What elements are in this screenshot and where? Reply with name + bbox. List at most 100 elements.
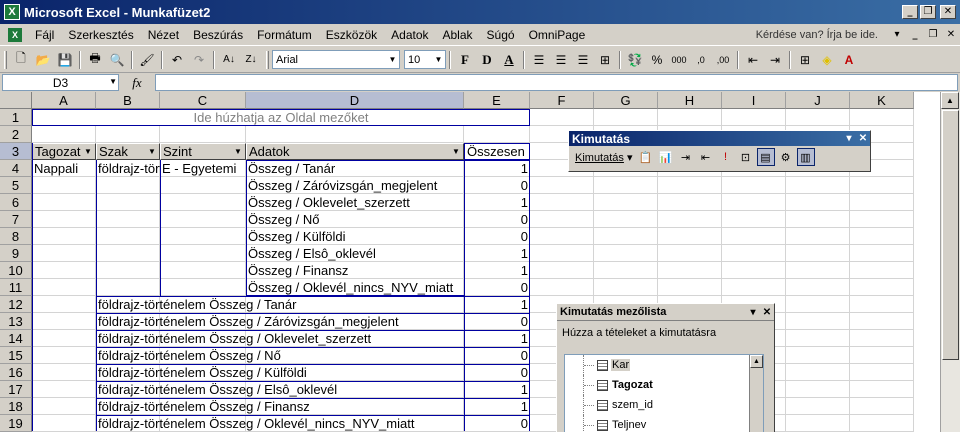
menu-window[interactable]: Ablak — [436, 28, 480, 42]
row-header-1[interactable]: 1 — [0, 109, 32, 126]
title-bar[interactable]: X Microsoft Excel - Munkafüzet2 _ ❐ ✕ — [0, 0, 960, 24]
format-painter-icon[interactable]: 🖌 — [137, 50, 157, 70]
show-field-list-icon[interactable]: ▥ — [796, 148, 815, 166]
hide-detail-icon[interactable]: ⇥ — [677, 148, 695, 166]
currency-icon[interactable]: 💱 — [625, 50, 645, 70]
cell-d7[interactable]: Összeg / Nő — [246, 211, 464, 228]
close-icon[interactable]: ✕ — [760, 307, 774, 318]
cell-d11[interactable]: Összeg / Oklevél_nincs_NYV_miatt — [246, 279, 464, 296]
increase-indent-icon[interactable]: ⇥ — [765, 50, 785, 70]
decrease-indent-icon[interactable]: ⇤ — [743, 50, 763, 70]
column-header-g[interactable]: G — [594, 92, 658, 109]
menu-tools[interactable]: Eszközök — [319, 28, 384, 42]
chevron-down-icon[interactable]: ▼ — [82, 145, 94, 158]
formula-input[interactable] — [155, 74, 958, 91]
column-header-c[interactable]: C — [160, 92, 246, 109]
column-header-j[interactable]: J — [786, 92, 850, 109]
cell-b14[interactable]: földrajz-történelem Összeg / Oklevelet_s… — [96, 330, 464, 347]
cell-d8[interactable]: Összeg / Külföldi — [246, 228, 464, 245]
menu-omnipage[interactable]: OmniPage — [522, 28, 593, 42]
include-hidden-icon[interactable]: ⊡ — [737, 148, 755, 166]
row-header-10[interactable]: 10 — [0, 262, 32, 279]
field-item-teljnev[interactable]: Teljnev — [565, 415, 763, 432]
chevron-down-icon[interactable]: ▼ — [450, 145, 462, 158]
cell-e18[interactable]: 1 — [464, 398, 530, 415]
row-header-2[interactable]: 2 — [0, 126, 32, 143]
percent-button[interactable]: % — [647, 50, 667, 70]
chevron-down-icon[interactable]: ▼ — [109, 77, 117, 86]
cell-d4[interactable]: Összeg / Tanár — [246, 160, 464, 177]
close-icon[interactable]: ✕ — [940, 5, 956, 19]
cell-b17[interactable]: földrajz-történelem Összeg / Elsô_oklevé… — [96, 381, 464, 398]
menu-file[interactable]: Fájl — [28, 28, 61, 42]
show-detail-icon[interactable]: ⇤ — [697, 148, 715, 166]
menu-edit[interactable]: Szerkesztés — [61, 28, 140, 42]
cell-e10[interactable]: 1 — [464, 262, 530, 279]
close-icon[interactable]: ✕ — [856, 133, 870, 144]
insert-function-icon[interactable]: fx — [119, 75, 155, 91]
print-preview-icon[interactable]: 🔍 — [107, 50, 127, 70]
save-icon[interactable]: 💾 — [55, 50, 75, 70]
field-list[interactable]: Kar Tagozat szem_id Teljnev ▲ — [564, 354, 764, 432]
cell-e14[interactable]: 1 — [464, 330, 530, 347]
chart-wizard-icon[interactable]: 📊 — [657, 148, 675, 166]
cell-b15[interactable]: földrajz-történelem Összeg / Nő — [96, 347, 464, 364]
new-icon[interactable]: 🗋 — [11, 50, 31, 70]
cell-e5[interactable]: 0 — [464, 177, 530, 194]
chevron-down-icon[interactable]: ▼ — [386, 51, 399, 68]
scroll-up-icon[interactable]: ▲ — [941, 92, 959, 109]
bold-button[interactable]: F — [455, 50, 475, 70]
column-header-i[interactable]: I — [722, 92, 786, 109]
field-item-tagozat[interactable]: Tagozat — [565, 375, 763, 395]
undo-icon[interactable]: ↶ — [167, 50, 187, 70]
fill-color-icon[interactable]: ◈ — [817, 50, 837, 70]
document-icon[interactable]: X — [8, 27, 22, 42]
align-center-icon[interactable]: ☰ — [551, 50, 571, 70]
scroll-up-icon[interactable]: ▲ — [750, 355, 763, 368]
row-header-11[interactable]: 11 — [0, 279, 32, 296]
chevron-down-icon[interactable]: ▼ — [232, 145, 244, 158]
column-header-e[interactable]: E — [464, 92, 530, 109]
chevron-down-icon[interactable]: ▾ — [746, 307, 760, 318]
cell-c4[interactable]: E - Egyetemi — [160, 160, 246, 177]
field-item-kar[interactable]: Kar — [565, 355, 763, 375]
page-field-drop-zone[interactable]: Ide húzhatja az Oldal mezőket — [32, 109, 530, 126]
redo-icon[interactable]: ↷ — [189, 50, 209, 70]
font-size-combo[interactable]: 10 ▼ — [404, 50, 446, 69]
pivot-menu-button[interactable]: Kimutatás ▾ — [572, 151, 636, 164]
cell-b13[interactable]: földrajz-történelem Összeg / Záróvizsgán… — [96, 313, 464, 330]
select-all-corner[interactable] — [0, 92, 32, 109]
cell-e3[interactable]: Összesen — [464, 143, 530, 160]
align-left-icon[interactable]: ☰ — [529, 50, 549, 70]
scroll-thumb[interactable] — [942, 110, 959, 360]
excel-icon[interactable]: X — [4, 4, 20, 20]
cell-e19[interactable]: 0 — [464, 415, 530, 432]
merge-center-icon[interactable]: ⊞ — [595, 50, 615, 70]
row-header-9[interactable]: 9 — [0, 245, 32, 262]
row-header-17[interactable]: 17 — [0, 381, 32, 398]
pivot-toolbar-title-bar[interactable]: Kimutatás ▾ ✕ — [569, 131, 870, 146]
vertical-scrollbar[interactable]: ▲ — [940, 92, 960, 432]
cell-e9[interactable]: 1 — [464, 245, 530, 262]
chevron-down-icon[interactable]: ▾ — [842, 133, 856, 144]
pivot-field-list-panel[interactable]: Kimutatás mezőlista ▾ ✕ Húzza a tételeke… — [556, 303, 775, 432]
field-list-title-bar[interactable]: Kimutatás mezőlista ▾ ✕ — [557, 304, 774, 321]
cell-b19[interactable]: földrajz-történelem Összeg / Oklevél_nin… — [96, 415, 464, 432]
column-header-k[interactable]: K — [850, 92, 914, 109]
minimize-icon[interactable]: _ — [902, 5, 918, 19]
toolbar-grip[interactable] — [266, 50, 269, 69]
cell-e16[interactable]: 0 — [464, 364, 530, 381]
always-display-items-icon[interactable]: ▤ — [756, 148, 775, 166]
cell-e8[interactable]: 0 — [464, 228, 530, 245]
chevron-down-icon[interactable]: ▼ — [432, 51, 445, 68]
doc-restore-icon[interactable]: ❐ — [924, 29, 942, 40]
doc-minimize-icon[interactable]: _ — [906, 29, 924, 40]
menu-format[interactable]: Formátum — [250, 28, 319, 42]
cell-e6[interactable]: 1 — [464, 194, 530, 211]
decrease-decimal-icon[interactable]: ,00 — [713, 50, 733, 70]
cell-e4[interactable]: 1 — [464, 160, 530, 177]
cell-b18[interactable]: földrajz-történelem Összeg / Finansz — [96, 398, 464, 415]
menu-view[interactable]: Nézet — [141, 28, 186, 42]
chevron-down-icon[interactable]: ▼ — [146, 145, 158, 158]
underline-button[interactable]: A — [499, 50, 519, 70]
